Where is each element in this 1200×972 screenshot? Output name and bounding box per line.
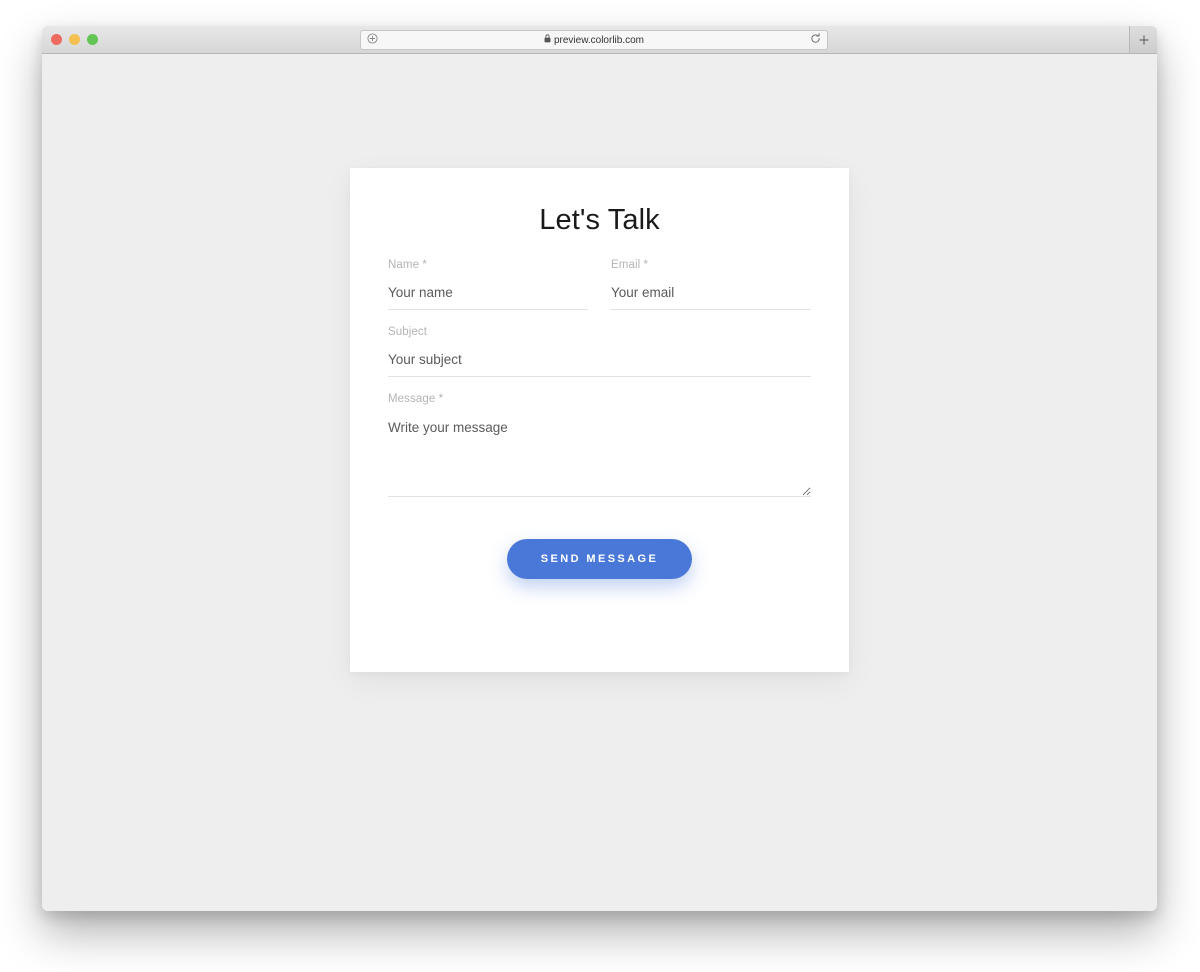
email-field-label: Email * <box>611 259 649 271</box>
email-input[interactable] <box>611 285 811 310</box>
minimize-window-button[interactable] <box>69 34 80 45</box>
zoom-window-button[interactable] <box>87 34 98 45</box>
lock-icon <box>544 34 551 46</box>
contact-form: Name * Email * Subject Message * <box>350 237 849 579</box>
new-tab-button[interactable] <box>1129 26 1157 53</box>
submit-row: SEND MESSAGE <box>388 539 811 579</box>
add-bookmark-icon[interactable] <box>367 31 378 49</box>
name-email-row: Name * Email * <box>388 259 811 326</box>
address-text-wrap: preview.colorlib.com <box>544 34 644 46</box>
page-viewport: Let's Talk Name * Email * Subject <box>42 54 1157 911</box>
subject-field-label: Subject <box>388 326 428 338</box>
send-message-button[interactable]: SEND MESSAGE <box>506 539 693 579</box>
name-field: Name * <box>388 259 588 310</box>
subject-field: Subject <box>388 326 811 377</box>
address-bar[interactable]: preview.colorlib.com <box>360 30 828 50</box>
reload-icon[interactable] <box>810 31 821 49</box>
address-url-text: preview.colorlib.com <box>553 34 645 46</box>
page-title: Let's Talk <box>539 204 660 236</box>
contact-form-card: Let's Talk Name * Email * Subject <box>350 168 849 672</box>
message-field-label: Message * <box>388 393 444 405</box>
plus-icon <box>1139 35 1148 44</box>
browser-window: preview.colorlib.com Let's Talk Name * Y… <box>42 26 1157 911</box>
browser-titlebar: preview.colorlib.com <box>42 26 1157 54</box>
message-field: Message * <box>388 393 811 497</box>
window-controls <box>51 26 98 53</box>
name-input[interactable] <box>388 285 588 310</box>
subject-input[interactable] <box>388 352 811 377</box>
email-field: Email * <box>611 259 811 310</box>
message-textarea[interactable] <box>388 419 811 497</box>
close-window-button[interactable] <box>51 34 62 45</box>
name-field-label: Name * <box>388 259 427 271</box>
